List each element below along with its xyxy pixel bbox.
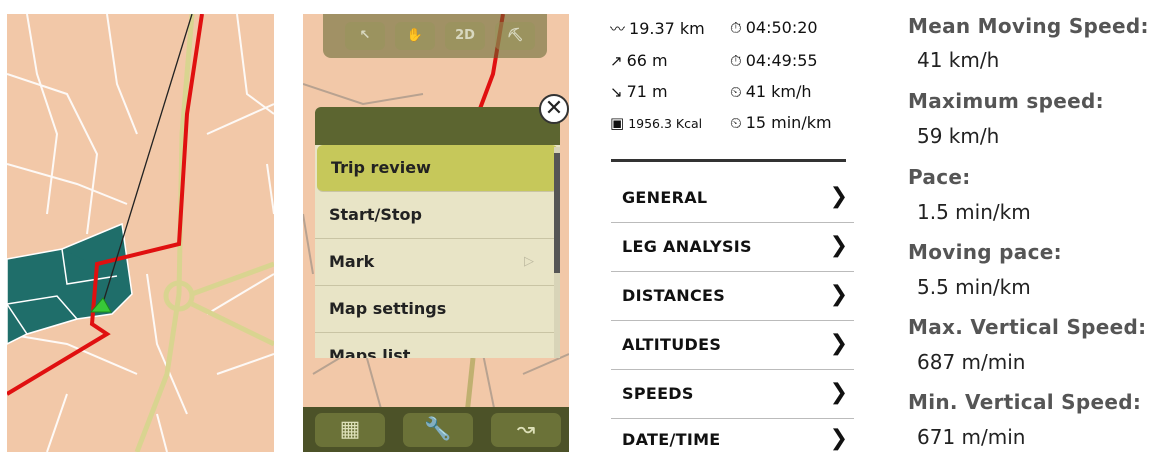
- map-toolbar: ↖ ✋ 2D ⛏: [323, 14, 547, 58]
- detail-label-moving-pace: Moving pace:: [908, 240, 1062, 264]
- menu-item-mark[interactable]: Mark ▷: [315, 239, 560, 286]
- detail-value-mean-moving-speed: 41 km/h: [917, 48, 1000, 72]
- distance-stat: 〰 19.37 km: [610, 19, 705, 38]
- chevron-right-icon: ❯: [829, 426, 848, 451]
- scrollbar-thumb[interactable]: [554, 153, 560, 273]
- bottom-toolbar: ▦ 🔧 ↝: [303, 407, 569, 452]
- detail-label-min-vertical-speed: Min. Vertical Speed:: [908, 390, 1142, 414]
- chevron-right-icon: ❯: [829, 282, 848, 307]
- chevron-right-icon: ❯: [829, 380, 848, 405]
- trip-stats-view: 〰 19.37 km ⏱ 04:50:20 ↗ 66 m ⏱ 04:49:55 ↘ 71 …: [608, 14, 856, 452]
- chevron-right-icon: ❯: [829, 331, 848, 356]
- pointer-button[interactable]: ↖: [345, 22, 385, 50]
- menu-scrollbar[interactable]: [554, 147, 560, 358]
- descent-stat: ↘ 71 m: [610, 82, 668, 101]
- section-distances[interactable]: DISTANCES ❯: [611, 272, 854, 321]
- calories-stat: ▣ 1956.3 Kcal: [610, 114, 703, 132]
- section-leg-analysis[interactable]: LEG ANALYSIS ❯: [611, 223, 854, 272]
- map-canvas[interactable]: [7, 14, 274, 452]
- section-date-time[interactable]: DATE/TIME ❯: [611, 416, 854, 464]
- divider: [611, 159, 846, 162]
- close-menu-button[interactable]: ✕: [539, 94, 569, 124]
- layers-button[interactable]: ⛏: [495, 22, 535, 50]
- section-general[interactable]: GENERAL ❯: [611, 174, 854, 223]
- descent-icon: ↘: [610, 83, 623, 101]
- pace-icon: ⏲: [730, 114, 742, 132]
- map-menu-view: ↖ ✋ 2D ⛏ Trip review Start/Stop Mark ▷ Ma…: [303, 14, 569, 452]
- map-view[interactable]: [7, 14, 274, 452]
- detail-value-max-vertical-speed: 687 m/min: [917, 350, 1026, 374]
- detail-label-max-vertical-speed: Max. Vertical Speed:: [908, 315, 1147, 339]
- track-icon[interactable]: ↝: [491, 413, 561, 447]
- detail-value-pace: 1.5 min/km: [917, 200, 1031, 224]
- ascent-stat: ↗ 66 m: [610, 51, 668, 70]
- grid-icon[interactable]: ▦: [315, 413, 385, 447]
- calories-icon: ▣: [610, 114, 625, 132]
- pan-hand-button[interactable]: ✋: [395, 22, 435, 50]
- view-2d-button[interactable]: 2D: [445, 22, 485, 50]
- ascent-icon: ↗: [610, 52, 623, 70]
- context-menu: Trip review Start/Stop Mark ▷ Map setting…: [315, 107, 560, 358]
- menu-item-start-stop[interactable]: Start/Stop: [315, 192, 560, 239]
- detail-value-maximum-speed: 59 km/h: [917, 124, 1000, 148]
- menu-item-trip-review[interactable]: Trip review: [317, 145, 558, 192]
- section-speeds[interactable]: SPEEDS ❯: [611, 370, 854, 419]
- detail-value-moving-pace: 5.5 min/km: [917, 275, 1031, 299]
- menu-item-map-settings[interactable]: Map settings: [315, 286, 560, 333]
- chevron-right-icon: ❯: [829, 184, 848, 209]
- menu-header: [315, 107, 560, 145]
- distance-icon: 〰: [610, 20, 626, 38]
- speed-details-view: Mean Moving Speed: 41 km/h Maximum speed…: [900, 0, 1153, 452]
- total-time-stat: ⏱ 04:50:20: [730, 18, 818, 37]
- avg-speed-stat: ⏲ 41 km/h: [730, 82, 812, 101]
- detail-label-maximum-speed: Maximum speed:: [908, 89, 1104, 113]
- moving-stopwatch-icon: ⏱: [730, 52, 742, 70]
- chevron-right-icon: ❯: [829, 233, 848, 258]
- detail-value-min-vertical-speed: 671 m/min: [917, 425, 1026, 449]
- pace-stat: ⏲ 15 min/km: [730, 113, 832, 132]
- submenu-arrow-icon: ▷: [524, 254, 534, 269]
- wrench-icon[interactable]: 🔧: [403, 413, 473, 447]
- speed-icon: ⏲: [730, 83, 742, 101]
- detail-label-pace: Pace:: [908, 165, 971, 189]
- menu-item-maps-list[interactable]: Maps list: [315, 333, 560, 358]
- detail-label-mean-moving-speed: Mean Moving Speed:: [908, 14, 1149, 38]
- moving-time-stat: ⏱ 04:49:55: [730, 51, 818, 70]
- section-altitudes[interactable]: ALTITUDES ❯: [611, 321, 854, 370]
- stopwatch-icon: ⏱: [730, 19, 742, 37]
